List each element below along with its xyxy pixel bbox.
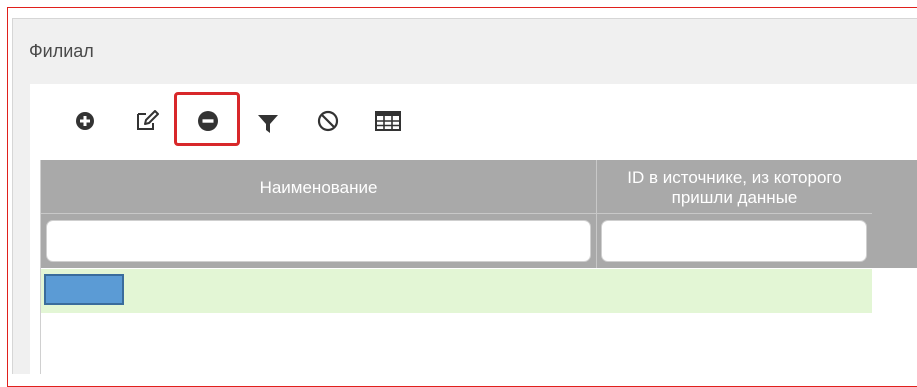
filter-icon	[258, 115, 278, 133]
filter-button[interactable]	[250, 106, 286, 142]
column-header-source-id[interactable]: ID в источнике, из которого пришли данны…	[597, 168, 872, 208]
column-separator	[596, 160, 597, 268]
filter-name-input[interactable]	[46, 220, 591, 262]
panel-title: Филиал	[29, 41, 94, 61]
plus-circle-icon	[76, 112, 94, 130]
minus-circle-icon	[198, 111, 218, 131]
clear-filter-button[interactable]	[310, 103, 346, 139]
column-header-source-id-line1: ID в источнике, из которого	[627, 168, 842, 187]
table-row[interactable]	[41, 269, 872, 313]
edit-button[interactable]	[129, 103, 165, 139]
edit-icon	[137, 110, 159, 130]
table-icon	[375, 111, 401, 131]
window: Филиал Наименование ID в источнике, из к…	[0, 0, 917, 387]
delete-button[interactable]	[190, 103, 226, 139]
column-header-name[interactable]: Наименование	[41, 178, 596, 198]
header-filter-divider	[41, 213, 872, 214]
filter-source-id-input[interactable]	[601, 220, 867, 262]
ban-icon	[317, 110, 339, 132]
column-header-source-id-line2: пришли данные	[671, 188, 798, 207]
add-button[interactable]	[67, 103, 103, 139]
columns-button[interactable]	[370, 103, 406, 139]
selected-cell[interactable]	[44, 274, 124, 305]
